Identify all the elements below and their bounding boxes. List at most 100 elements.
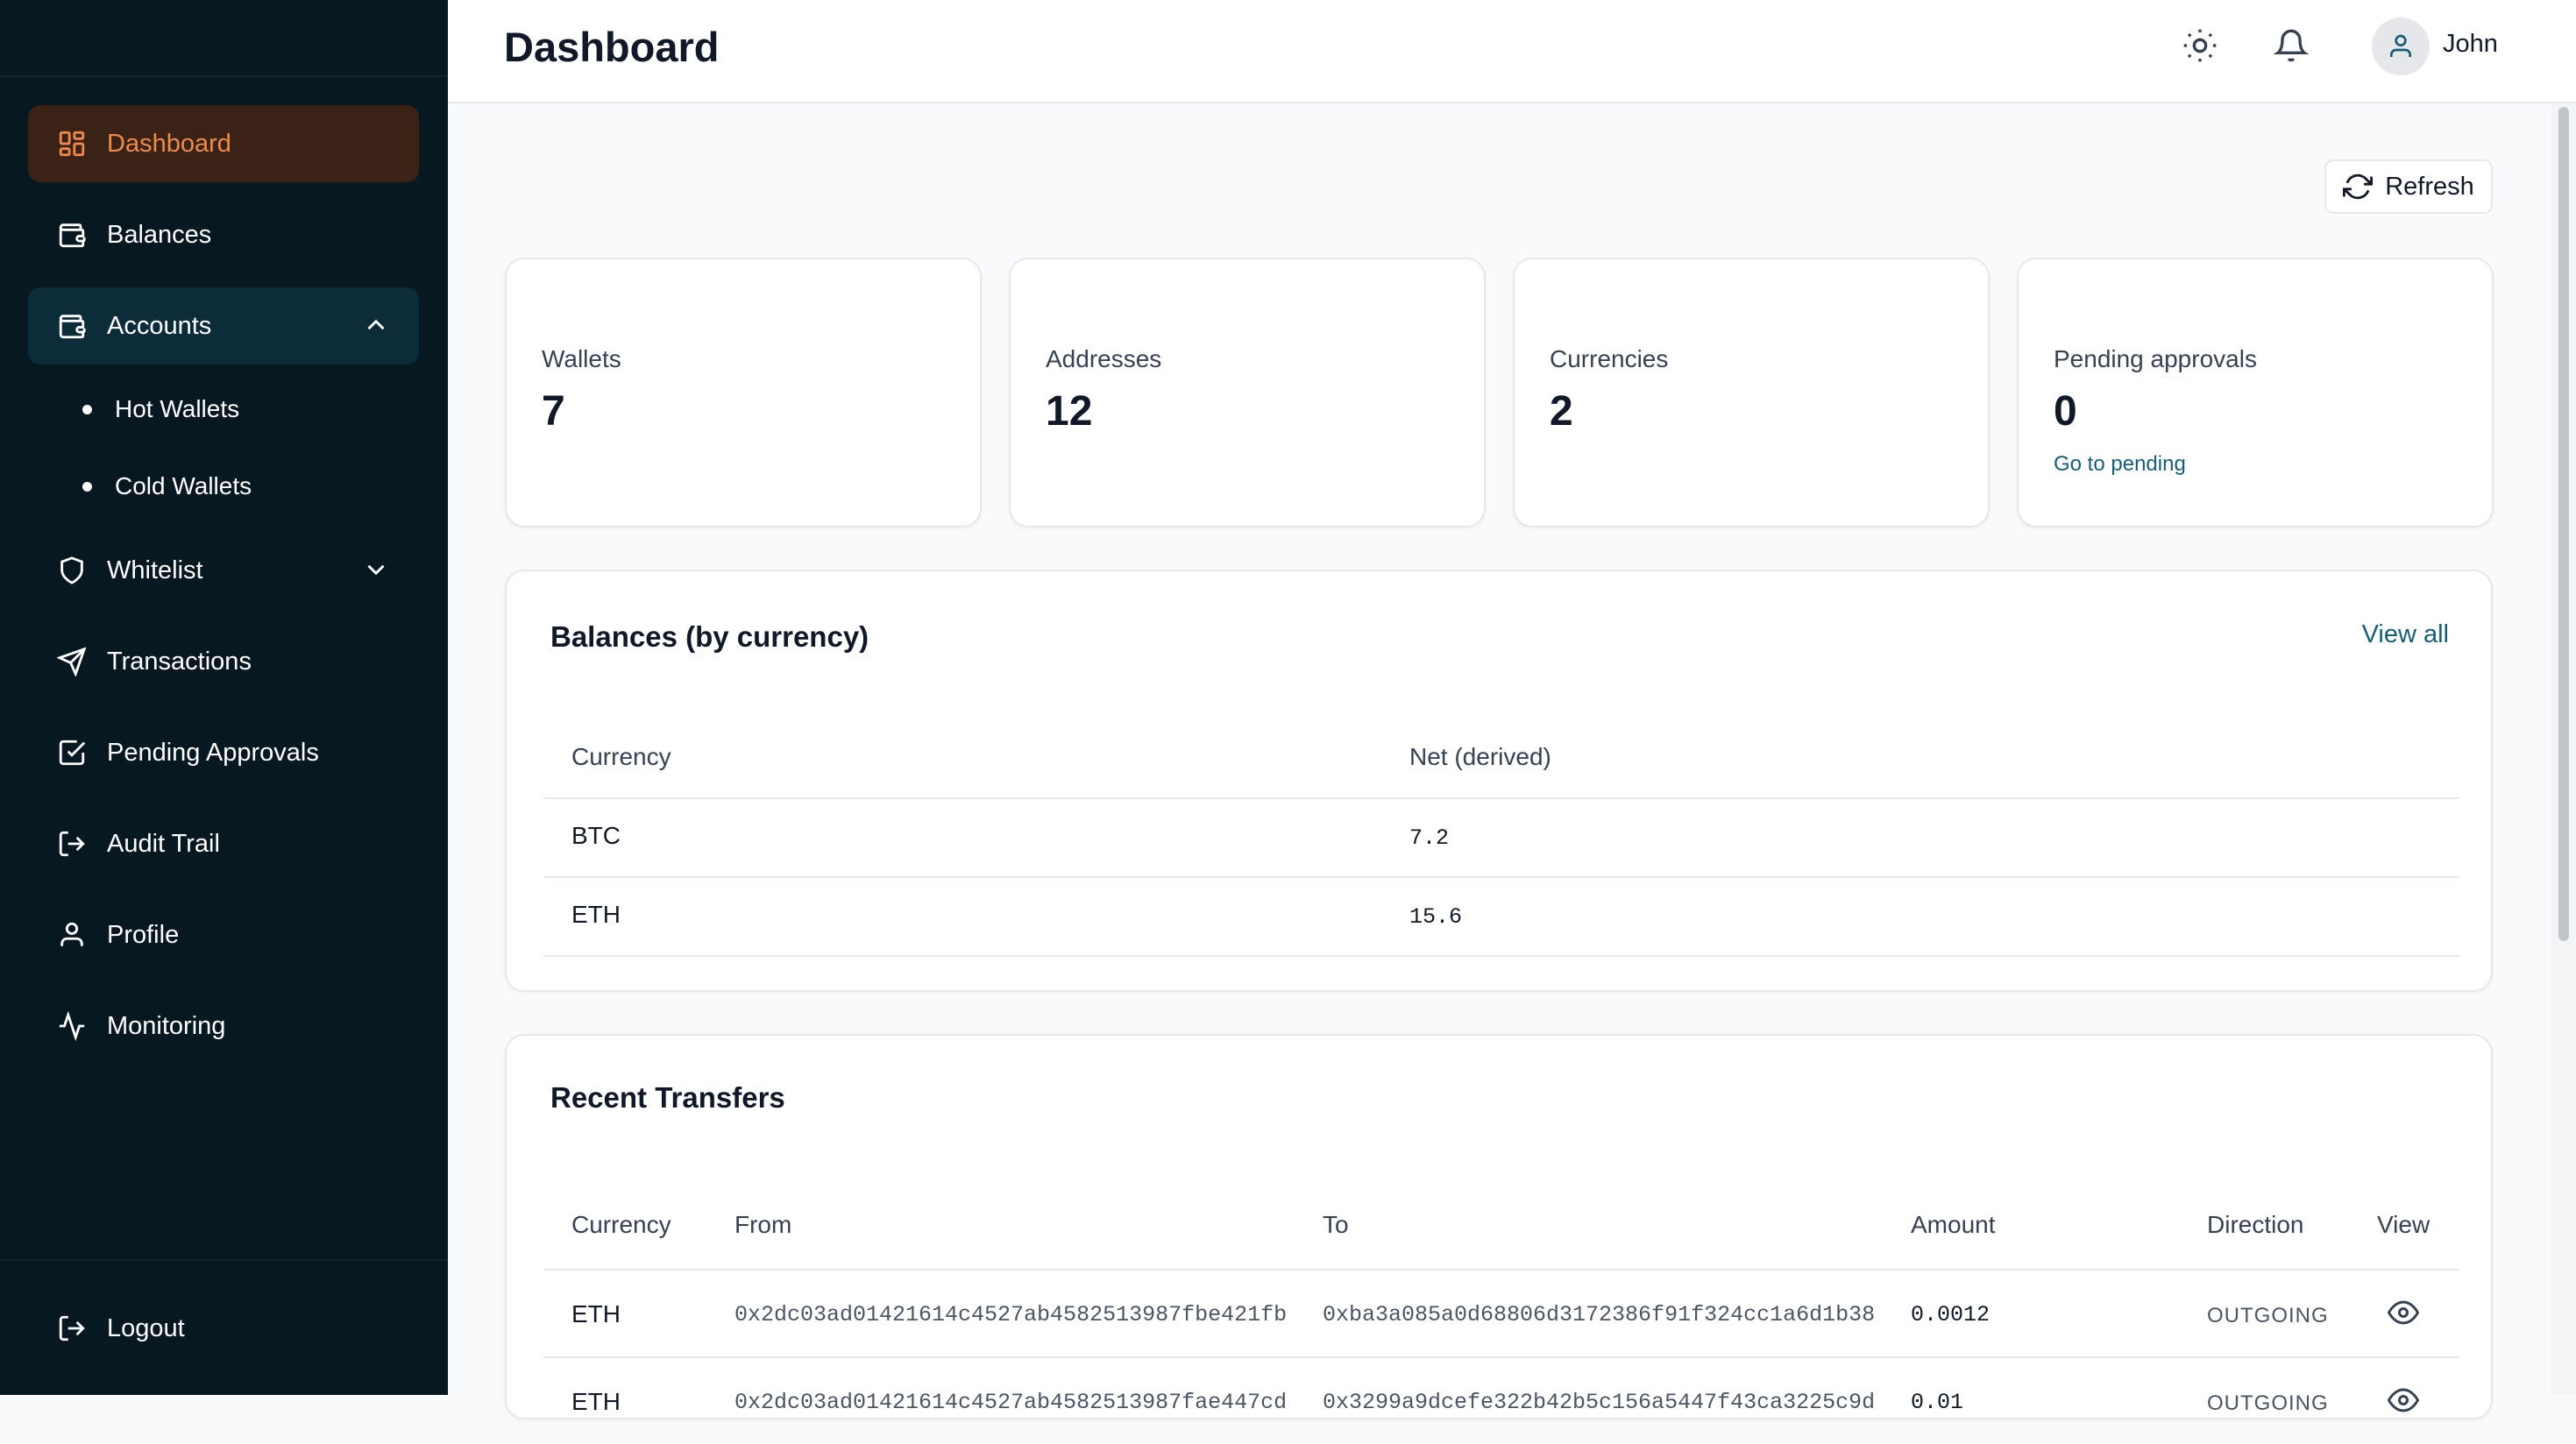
column-header: Direction: [2207, 1211, 2304, 1238]
cell-direction: OUTGOING: [2207, 1304, 2329, 1327]
cell-currency: ETH: [571, 1300, 621, 1327]
sidebar-item-label: Whitelist: [107, 556, 203, 584]
theme-toggle-button[interactable]: [2181, 26, 2219, 65]
cell-to-address: 0x3299a9dcefe322b42b5c156a5447f43ca3225c…: [1323, 1390, 1876, 1415]
column-header: From: [734, 1211, 792, 1238]
cell-currency: BTC: [571, 822, 621, 849]
sidebar-subitem-hot-wallets[interactable]: Hot Wallets: [82, 387, 239, 431]
column-header: Currency: [571, 743, 671, 770]
sidebar-item-accounts[interactable]: Accounts: [28, 287, 419, 365]
stat-card-wallets: Wallets 7: [505, 258, 982, 527]
user-icon: [54, 917, 89, 952]
eye-icon[interactable]: [2388, 1384, 2419, 1416]
column-header: To: [1323, 1211, 1349, 1238]
sidebar-item-transactions[interactable]: Transactions: [28, 623, 419, 700]
eye-icon[interactable]: [2388, 1297, 2419, 1328]
grid-icon: [54, 126, 89, 161]
sidebar-item-label: Dashboard: [107, 129, 231, 158]
table-header: Currency From To Amount Direction View: [543, 1181, 2459, 1271]
cell-to-address: 0xba3a085a0d68806d3172386f91f324cc1a6d1b…: [1323, 1302, 1876, 1327]
activity-icon: [54, 1009, 89, 1044]
sidebar-item-label: Accounts: [107, 311, 212, 340]
sidebar-item-monitoring[interactable]: Monitoring: [28, 987, 419, 1065]
stat-value: 2: [1550, 388, 1573, 435]
sidebar-item-label: Pending Approvals: [107, 738, 319, 767]
column-header: Amount: [1911, 1211, 1996, 1238]
refresh-label: Refresh: [2385, 172, 2474, 201]
bullet-dot: [82, 404, 92, 414]
stat-card-pending-approvals: Pending approvals 0 Go to pending: [2017, 258, 2494, 527]
sidebar-subitem-label: Hot Wallets: [115, 395, 240, 422]
sidebar-item-balances[interactable]: Balances: [28, 196, 419, 273]
bell-icon: [2274, 29, 2309, 62]
send-icon: [54, 644, 89, 679]
table-row: ETH 15.6: [543, 878, 2459, 957]
column-header: Net (derived): [1409, 743, 1551, 770]
page-title: Dashboard: [504, 24, 720, 70]
log-out-icon: [54, 826, 89, 861]
logout-button[interactable]: Logout: [28, 1290, 419, 1367]
sidebar-item-label: Monitoring: [107, 1011, 226, 1040]
sidebar-item-label: Profile: [107, 920, 180, 949]
table-row: ETH 0x2dc03ad01421614c4527ab4582513987fb…: [543, 1271, 2459, 1358]
chevron-up-icon[interactable]: [361, 310, 391, 340]
sidebar-item-label: Transactions: [107, 647, 252, 676]
shield-icon: [54, 553, 89, 588]
sidebar-item-label: Audit Trail: [107, 829, 220, 858]
stat-card-currencies: Currencies 2: [1513, 258, 1990, 527]
refresh-icon: [2343, 173, 2374, 200]
stat-value: 12: [1046, 388, 1093, 435]
sidebar-item-dashboard[interactable]: Dashboard: [28, 105, 419, 182]
stat-label: Pending approvals: [2054, 345, 2257, 372]
scrollbar-thumb[interactable]: [2558, 107, 2569, 941]
main-scrollbar[interactable]: [2551, 103, 2576, 1395]
panel-title: Balances (by currency): [550, 620, 869, 653]
column-header: Currency: [571, 1211, 671, 1238]
sidebar-divider: [0, 75, 448, 77]
cell-direction: OUTGOING: [2207, 1391, 2329, 1415]
cell-net: 7.2: [1409, 825, 1450, 851]
user-icon: [2390, 34, 2411, 57]
sidebar-item-whitelist[interactable]: Whitelist: [28, 532, 419, 609]
wallet-icon: [54, 308, 89, 343]
sidebar-divider: [0, 1259, 448, 1261]
sidebar-item-label: Balances: [107, 220, 212, 249]
sun-icon: [2183, 29, 2217, 62]
stat-label: Addresses: [1046, 345, 1162, 372]
sidebar-item-pending-approvals[interactable]: Pending Approvals: [28, 714, 419, 791]
cell-amount: 0.0012: [1911, 1302, 1991, 1327]
top-header: Dashboard John: [448, 0, 2576, 103]
cell-currency: ETH: [571, 1388, 621, 1415]
logout-label: Logout: [107, 1313, 185, 1342]
cell-from-address: 0x2dc03ad01421614c4527ab4582513987fae447…: [734, 1390, 1288, 1415]
user-name[interactable]: John: [2443, 30, 2498, 59]
sidebar: Dashboard Balances Accounts Hot Wallets …: [0, 0, 448, 1395]
go-to-pending-link[interactable]: Go to pending: [2054, 452, 2186, 477]
sidebar-subitem-label: Cold Wallets: [115, 472, 252, 499]
table-row: ETH 0x2dc03ad01421614c4527ab4582513987fa…: [543, 1358, 2459, 1444]
wallet-icon: [54, 217, 89, 252]
balances-panel: Balances (by currency) View all Currency…: [505, 570, 2493, 992]
notifications-button[interactable]: [2272, 26, 2310, 65]
table-header: Currency Net (derived): [543, 720, 2459, 799]
refresh-button[interactable]: Refresh: [2324, 159, 2493, 214]
avatar[interactable]: [2372, 18, 2430, 75]
recent-transfers-panel: Recent Transfers Currency From To Amount…: [505, 1034, 2493, 1419]
check-square-icon: [54, 735, 89, 770]
sidebar-item-audit-trail[interactable]: Audit Trail: [28, 805, 419, 882]
view-all-link[interactable]: View all: [2362, 620, 2449, 649]
sidebar-item-profile[interactable]: Profile: [28, 896, 419, 973]
stat-value: 7: [542, 388, 565, 435]
cell-net: 15.6: [1409, 904, 1463, 930]
log-out-icon: [54, 1311, 89, 1346]
panel-title: Recent Transfers: [550, 1081, 785, 1114]
stat-label: Wallets: [542, 345, 621, 372]
bullet-dot: [82, 481, 92, 492]
stat-value: 0: [2054, 388, 2077, 435]
cell-from-address: 0x2dc03ad01421614c4527ab4582513987fbe421…: [734, 1302, 1288, 1327]
stat-card-addresses: Addresses 12: [1009, 258, 1486, 527]
sidebar-subitem-cold-wallets[interactable]: Cold Wallets: [82, 464, 252, 508]
cell-amount: 0.01: [1911, 1390, 1964, 1415]
table-row: BTC 7.2: [543, 799, 2459, 878]
chevron-down-icon[interactable]: [361, 555, 391, 584]
